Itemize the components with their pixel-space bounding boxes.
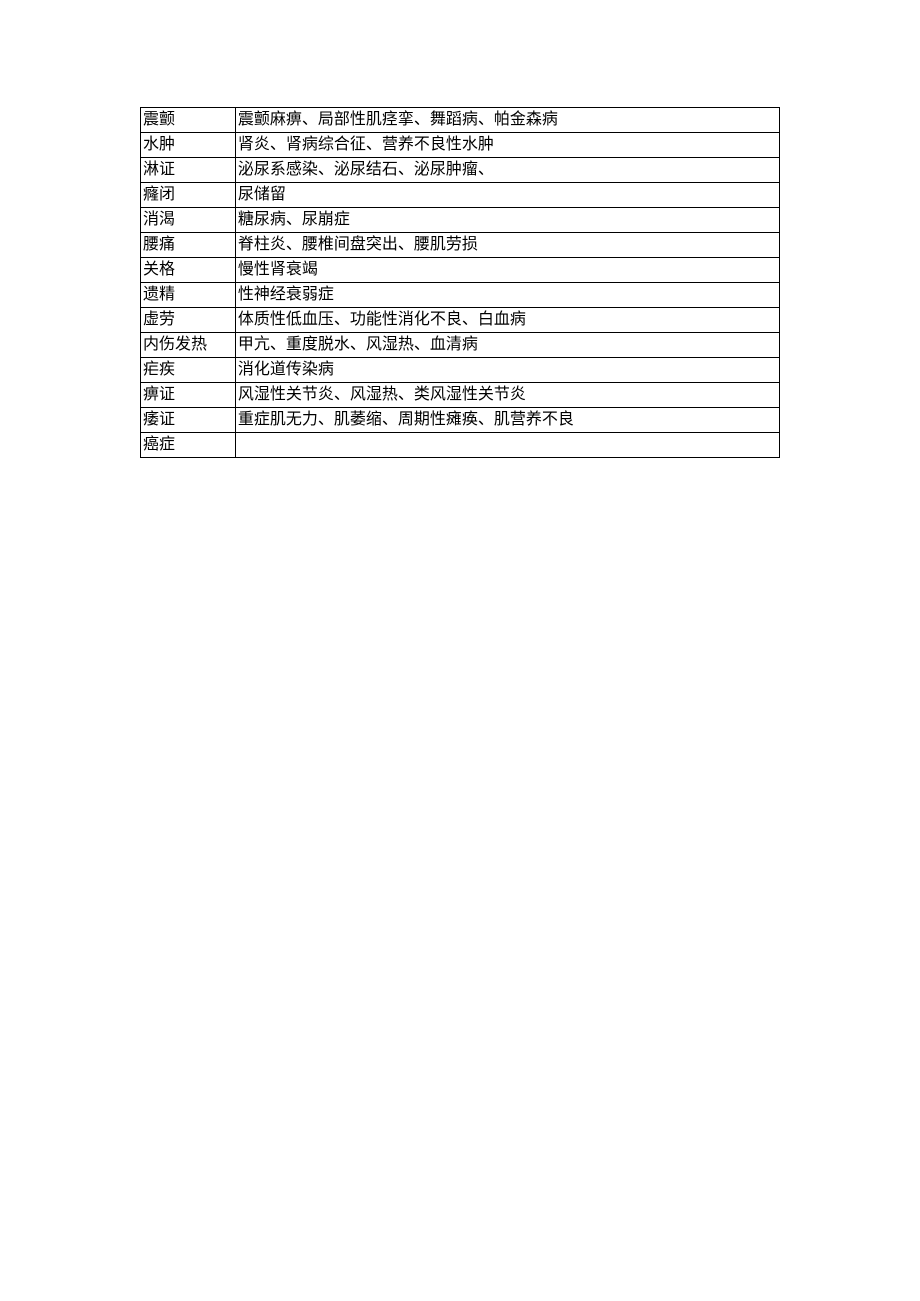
description-cell: [235, 433, 779, 458]
table-row: 震颤 震颤麻痹、局部性肌痉挛、舞蹈病、帕金森病: [141, 108, 780, 133]
table-row: 癌症: [141, 433, 780, 458]
table-row: 消渴 糖尿病、尿崩症: [141, 208, 780, 233]
table-row: 痹证 风湿性关节炎、风湿热、类风湿性关节炎: [141, 383, 780, 408]
description-cell: 慢性肾衰竭: [235, 258, 779, 283]
document-page: 震颤 震颤麻痹、局部性肌痉挛、舞蹈病、帕金森病 水肿 肾炎、肾病综合征、营养不良…: [0, 0, 920, 458]
description-cell: 消化道传染病: [235, 358, 779, 383]
table-row: 内伤发热 甲亢、重度脱水、风湿热、血清病: [141, 333, 780, 358]
description-cell: 糖尿病、尿崩症: [235, 208, 779, 233]
table-row: 癃闭 尿储留: [141, 183, 780, 208]
terminology-table: 震颤 震颤麻痹、局部性肌痉挛、舞蹈病、帕金森病 水肿 肾炎、肾病综合征、营养不良…: [140, 107, 780, 458]
table-row: 痿证 重症肌无力、肌萎缩、周期性瘫痪、肌营养不良: [141, 408, 780, 433]
description-cell: 尿储留: [235, 183, 779, 208]
description-cell: 震颤麻痹、局部性肌痉挛、舞蹈病、帕金森病: [235, 108, 779, 133]
table-row: 水肿 肾炎、肾病综合征、营养不良性水肿: [141, 133, 780, 158]
term-cell: 痹证: [141, 383, 236, 408]
term-cell: 消渴: [141, 208, 236, 233]
term-cell: 疟疾: [141, 358, 236, 383]
table-row: 腰痛 脊柱炎、腰椎间盘突出、腰肌劳损: [141, 233, 780, 258]
description-cell: 脊柱炎、腰椎间盘突出、腰肌劳损: [235, 233, 779, 258]
term-cell: 遗精: [141, 283, 236, 308]
description-cell: 肾炎、肾病综合征、营养不良性水肿: [235, 133, 779, 158]
term-cell: 水肿: [141, 133, 236, 158]
table-row: 关格 慢性肾衰竭: [141, 258, 780, 283]
term-cell: 癌症: [141, 433, 236, 458]
term-cell: 震颤: [141, 108, 236, 133]
term-cell: 淋证: [141, 158, 236, 183]
term-cell: 虚劳: [141, 308, 236, 333]
table-row: 遗精 性神经衰弱症: [141, 283, 780, 308]
table-row: 虚劳 体质性低血压、功能性消化不良、白血病: [141, 308, 780, 333]
description-cell: 甲亢、重度脱水、风湿热、血清病: [235, 333, 779, 358]
term-cell: 腰痛: [141, 233, 236, 258]
description-cell: 重症肌无力、肌萎缩、周期性瘫痪、肌营养不良: [235, 408, 779, 433]
term-cell: 癃闭: [141, 183, 236, 208]
description-cell: 性神经衰弱症: [235, 283, 779, 308]
description-cell: 泌尿系感染、泌尿结石、泌尿肿瘤、: [235, 158, 779, 183]
term-cell: 内伤发热: [141, 333, 236, 358]
description-cell: 风湿性关节炎、风湿热、类风湿性关节炎: [235, 383, 779, 408]
table-body: 震颤 震颤麻痹、局部性肌痉挛、舞蹈病、帕金森病 水肿 肾炎、肾病综合征、营养不良…: [141, 108, 780, 458]
table-row: 疟疾 消化道传染病: [141, 358, 780, 383]
term-cell: 关格: [141, 258, 236, 283]
description-cell: 体质性低血压、功能性消化不良、白血病: [235, 308, 779, 333]
term-cell: 痿证: [141, 408, 236, 433]
table-row: 淋证 泌尿系感染、泌尿结石、泌尿肿瘤、: [141, 158, 780, 183]
